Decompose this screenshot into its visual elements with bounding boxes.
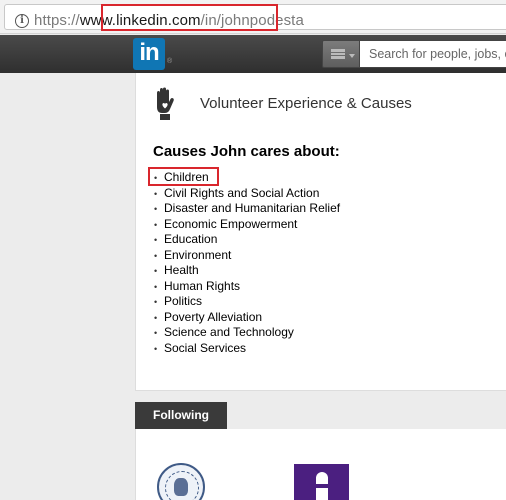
university-seal-logo[interactable] (157, 463, 205, 500)
cause-item: Civil Rights and Social Action (154, 186, 340, 202)
cause-item: Poverty Alleviation (154, 310, 340, 326)
chevron-down-icon (349, 54, 355, 58)
cause-item: Human Rights (154, 279, 340, 295)
browser-address-bar: i https://www.linkedin.com/in/johnpodest… (0, 0, 506, 34)
tower-band (314, 484, 330, 488)
registered-mark: ® (167, 58, 173, 65)
search-input[interactable]: Search for people, jobs, companies, and … (360, 40, 506, 68)
cause-item: Environment (154, 248, 340, 264)
hand-heart-icon (157, 87, 174, 120)
following-list (135, 429, 506, 500)
volunteer-causes-card: Volunteer Experience & Causes Causes Joh… (135, 73, 506, 391)
cause-item: Social Services (154, 341, 340, 357)
url-scheme: https:// (34, 12, 80, 29)
tab-following[interactable]: Following (135, 402, 227, 429)
linkedin-logo[interactable]: in (133, 38, 165, 70)
cause-item: Health (154, 263, 340, 279)
search-category-dropdown[interactable] (322, 40, 360, 68)
cause-item: Science and Technology (154, 325, 340, 341)
organization-logo[interactable] (294, 464, 349, 500)
children-highlight-box (148, 167, 219, 186)
menu-icon (331, 49, 345, 59)
causes-heading: Causes John cares about: (153, 143, 340, 160)
cause-item: Education (154, 232, 340, 248)
cause-item: Disaster and Humanitarian Relief (154, 201, 340, 217)
section-title: Volunteer Experience & Causes (200, 95, 412, 112)
top-navbar: in ® Search for people, jobs, companies,… (0, 35, 506, 73)
causes-list: Children Civil Rights and Social Action … (154, 170, 340, 356)
info-icon[interactable]: i (15, 14, 29, 28)
cause-item: Politics (154, 294, 340, 310)
cause-item: Economic Empowerment (154, 217, 340, 233)
url-highlight-box (101, 4, 278, 31)
